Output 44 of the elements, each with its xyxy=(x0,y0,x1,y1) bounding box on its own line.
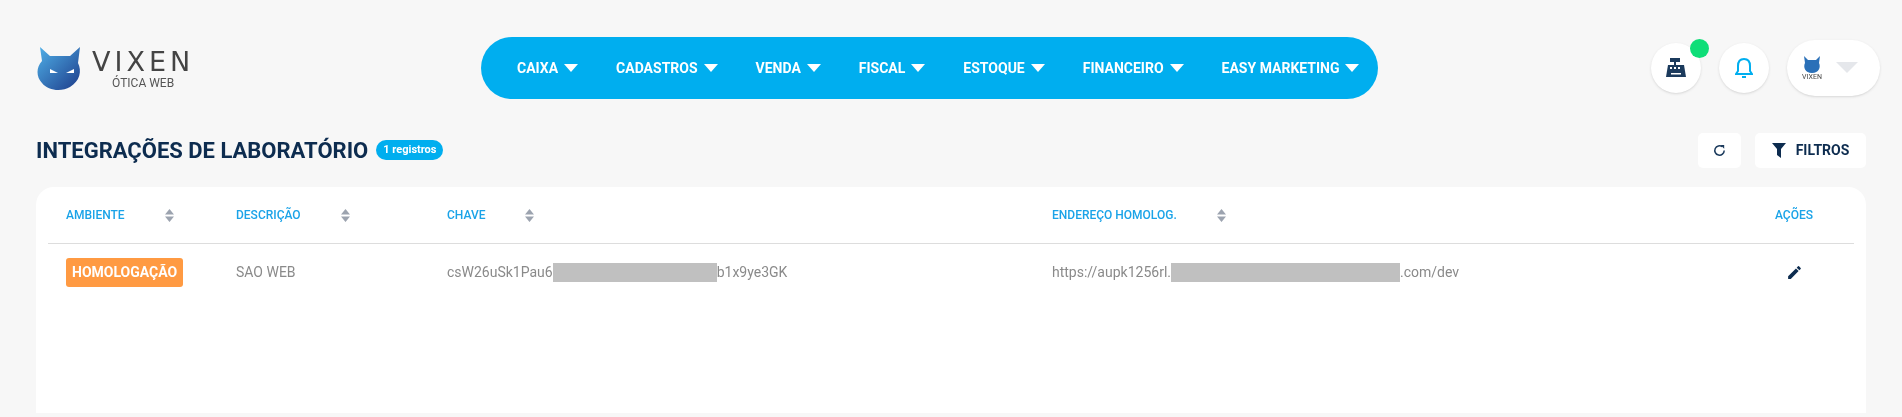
menu-item[interactable]: ESTOQUE xyxy=(963,57,1045,79)
notifications-button[interactable] xyxy=(1719,43,1769,93)
caret-icon xyxy=(1030,63,1045,73)
column-header: ENDEREÇO HOMOLOG. xyxy=(1052,207,1177,224)
sort-icon[interactable] xyxy=(164,208,174,222)
fox-avatar-icon xyxy=(1802,55,1822,74)
column-header: DESCRIÇÃO xyxy=(236,206,301,224)
column-header: AÇÕES xyxy=(1775,206,1813,224)
column-header: CHAVE xyxy=(447,207,486,224)
cash-register-icon xyxy=(1665,58,1687,78)
address-text-end: .com/dev xyxy=(1400,262,1460,282)
environment-badge: HOMOLOGAÇÃO xyxy=(66,257,184,287)
caret-icon xyxy=(911,63,926,73)
sort-icon[interactable] xyxy=(340,208,350,222)
caret-icon xyxy=(564,63,579,73)
key-text-end: b1x9ye3GK xyxy=(716,262,788,282)
column-header: AMBIENTE xyxy=(66,207,125,224)
refresh-button[interactable] xyxy=(1698,132,1741,168)
page-title: INTEGRAÇÕES DE LABORATÓRIO xyxy=(36,136,369,165)
menu-item[interactable]: FISCAL xyxy=(858,57,926,79)
key-text-start: csW26uSk1Pau6 xyxy=(447,262,553,282)
table-cell: SAO WEB xyxy=(236,263,296,280)
menu-item[interactable]: CAIXA xyxy=(517,57,579,79)
bell-icon xyxy=(1735,57,1753,79)
menu-item[interactable]: EASY MARKETING xyxy=(1221,57,1360,79)
caret-icon xyxy=(1836,62,1858,74)
pencil-icon xyxy=(1785,263,1803,281)
sort-icon[interactable] xyxy=(1216,208,1226,222)
caret-icon xyxy=(1169,63,1184,73)
caret-icon xyxy=(1345,63,1360,73)
cash-register-button[interactable] xyxy=(1651,43,1701,93)
filters-button[interactable]: FILTROS xyxy=(1755,132,1866,168)
menu-item[interactable]: FINANCEIRO xyxy=(1082,57,1184,79)
menu-item[interactable]: CADASTROS xyxy=(616,57,718,79)
address-text-start: https://aupk1256rl. xyxy=(1052,262,1171,282)
record-count-badge: 1 registros xyxy=(376,139,444,161)
logo-tagline: ÓTICA WEB xyxy=(112,76,175,89)
sort-icon[interactable] xyxy=(525,208,535,222)
logo-wordmark: VIXEN xyxy=(92,47,195,75)
refresh-icon xyxy=(1712,142,1727,158)
caret-icon xyxy=(806,63,821,73)
filter-icon xyxy=(1771,142,1786,158)
caret-icon xyxy=(703,63,718,73)
menu-item[interactable]: VENDA xyxy=(755,57,821,79)
